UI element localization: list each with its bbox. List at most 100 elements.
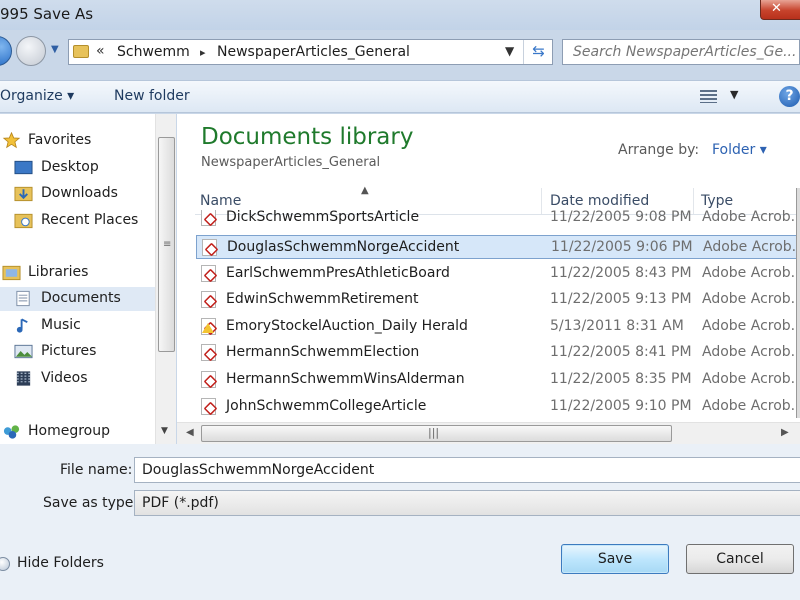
- horizontal-scroll-thumb[interactable]: |||: [201, 425, 672, 442]
- file-type: Adobe Acrob...: [702, 398, 800, 414]
- save-form: File name: DouglasSchwemmNorgeAccident S…: [0, 444, 800, 600]
- search-box[interactable]: [562, 39, 800, 65]
- column-header-date[interactable]: Date modified: [550, 193, 649, 209]
- nav-item-pictures[interactable]: Pictures: [0, 340, 155, 364]
- file-row[interactable]: DickSchwemmSportsArticle 11/22/2005 9:08…: [196, 210, 800, 230]
- star-icon: [2, 132, 21, 149]
- breadcrumb-schwemm[interactable]: Schwemm: [117, 44, 190, 60]
- hide-folders-button[interactable]: Hide Folders: [0, 555, 106, 577]
- file-row[interactable]: JohnSchwemmCollegeArticle 11/22/2005 9:1…: [196, 395, 800, 419]
- file-name: EmoryStockelAuction_Daily Herald: [226, 318, 468, 334]
- file-row[interactable]: HermannSchwemmWinsAlderman 11/22/2005 8:…: [196, 368, 800, 392]
- file-name: HermannSchwemmElection: [226, 344, 420, 360]
- search-input[interactable]: [563, 40, 799, 64]
- file-name: DickSchwemmSportsArticle: [226, 210, 420, 225]
- nav-label: Music: [41, 317, 81, 333]
- desktop-icon: [14, 160, 33, 175]
- nav-pane-scrollbar[interactable]: ≡ ▼: [155, 114, 176, 444]
- scroll-down-arrow-icon[interactable]: ▼: [161, 426, 168, 436]
- file-name: EdwinSchwemmRetirement: [226, 291, 419, 307]
- file-name: EarlSchwemmPresAthleticBoard: [226, 265, 450, 281]
- downloads-icon: [14, 186, 33, 202]
- file-date: 11/22/2005 8:41 PM: [550, 344, 692, 360]
- file-date: 5/13/2011 8:31 AM: [550, 318, 684, 334]
- save-button[interactable]: Save: [561, 544, 669, 574]
- cancel-button-label: Cancel: [716, 551, 764, 567]
- file-date: 11/22/2005 9:13 PM: [550, 291, 692, 307]
- nav-homegroup[interactable]: Homegroup: [0, 420, 155, 444]
- file-type: Adobe Acrob...: [703, 239, 800, 255]
- nav-item-music[interactable]: Music: [0, 314, 155, 338]
- folder-icon: [73, 45, 89, 58]
- file-date: 11/22/2005 9:10 PM: [550, 398, 692, 414]
- file-row[interactable]: HermannSchwemmElection 11/22/2005 8:41 P…: [196, 341, 800, 365]
- nav-favorites[interactable]: Favorites: [0, 129, 155, 153]
- file-row[interactable]: EdwinSchwemmRetirement 11/22/2005 9:13 P…: [196, 288, 800, 312]
- file-name-input[interactable]: DouglasSchwemmNorgeAccident: [134, 457, 800, 483]
- back-button[interactable]: [0, 36, 12, 66]
- address-dropdown-icon[interactable]: ▼: [505, 44, 514, 58]
- nav-label: Recent Places: [41, 212, 139, 228]
- hide-folders-label: Hide Folders: [17, 555, 104, 571]
- breadcrumb-current-folder[interactable]: NewspaperArticles_General: [217, 44, 410, 60]
- collapse-icon: [0, 557, 10, 571]
- change-view-icon[interactable]: [700, 90, 717, 103]
- nav-libraries[interactable]: Libraries: [0, 261, 155, 285]
- save-as-type-label: Save as type:: [43, 495, 139, 511]
- nav-item-videos[interactable]: Videos: [0, 367, 155, 391]
- scroll-grip-icon: |||: [428, 426, 440, 439]
- file-date: 11/22/2005 8:35 PM: [550, 371, 692, 387]
- forward-button[interactable]: [16, 36, 46, 66]
- column-header-type[interactable]: Type: [701, 193, 733, 209]
- file-date: 11/22/2005 9:06 PM: [551, 239, 693, 255]
- file-name: DouglasSchwemmNorgeAccident: [227, 239, 460, 255]
- file-list-vertical-scrollbar[interactable]: [796, 188, 800, 418]
- save-button-label: Save: [597, 551, 633, 567]
- file-date: 11/22/2005 8:43 PM: [550, 265, 692, 281]
- file-type: Adobe Acrob...: [702, 265, 800, 281]
- new-folder-button[interactable]: New folder: [114, 88, 190, 104]
- pictures-icon: [14, 344, 33, 359]
- file-type: Adobe Acrob...: [702, 371, 800, 387]
- cancel-button[interactable]: Cancel: [686, 544, 794, 574]
- help-icon[interactable]: ?: [779, 86, 800, 107]
- recent-pages-dropdown-icon[interactable]: ▼: [51, 44, 59, 55]
- music-icon: [16, 318, 28, 333]
- nav-item-recent-places[interactable]: Recent Places: [0, 209, 155, 233]
- file-type: Adobe Acrob...: [702, 210, 800, 225]
- file-row[interactable]: DouglasSchwemmNorgeAccident 11/22/2005 9…: [196, 235, 800, 259]
- save-as-type-select[interactable]: PDF (*.pdf): [134, 490, 800, 516]
- close-button[interactable]: [760, 0, 800, 20]
- sort-ascending-icon: ▲: [361, 185, 369, 196]
- file-type: Adobe Acrob...: [702, 318, 800, 334]
- window-title: 995 Save As: [0, 5, 94, 23]
- horizontal-scrollbar[interactable]: ◀ ||| ▶: [177, 422, 800, 444]
- nav-item-downloads[interactable]: Downloads: [0, 182, 155, 206]
- organize-button[interactable]: Organize ▾: [0, 88, 74, 104]
- homegroup-icon: [3, 425, 20, 439]
- nav-label: Pictures: [41, 343, 97, 359]
- nav-item-documents[interactable]: Documents: [0, 287, 155, 311]
- nav-item-desktop[interactable]: Desktop: [0, 156, 155, 180]
- file-name: HermannSchwemmWinsAlderman: [226, 371, 465, 387]
- overflow-chevron-icon[interactable]: «: [96, 43, 105, 59]
- scroll-right-arrow-icon[interactable]: ▶: [781, 427, 789, 438]
- file-date: 11/22/2005 9:08 PM: [550, 210, 692, 225]
- arrange-by-label: Arrange by:: [618, 142, 700, 158]
- pdf-file-icon: [201, 371, 216, 388]
- arrange-by-dropdown[interactable]: Folder ▾: [712, 142, 767, 158]
- command-bar: Organize ▾ New folder ▼ ?: [0, 80, 800, 113]
- file-list-pane: Documents library NewspaperArticles_Gene…: [177, 114, 800, 444]
- pdf-file-warning-icon: [201, 318, 216, 335]
- file-row[interactable]: EarlSchwemmPresAthleticBoard 11/22/2005 …: [196, 262, 800, 286]
- scroll-left-arrow-icon[interactable]: ◀: [186, 427, 194, 438]
- address-bar[interactable]: « Schwemm ▸ NewspaperArticles_General ▼ …: [68, 39, 553, 65]
- file-row[interactable]: EmoryStockelAuction_Daily Herald 5/13/20…: [196, 315, 800, 339]
- refresh-icon[interactable]: ⇆: [523, 40, 553, 64]
- library-title: Documents library: [201, 124, 414, 150]
- view-dropdown-icon[interactable]: ▼: [730, 88, 738, 101]
- column-header-name[interactable]: Name: [200, 193, 241, 209]
- nav-scroll-thumb[interactable]: ≡: [158, 137, 175, 352]
- pdf-file-icon: [201, 344, 216, 361]
- breadcrumb-separator-icon[interactable]: ▸: [200, 46, 206, 59]
